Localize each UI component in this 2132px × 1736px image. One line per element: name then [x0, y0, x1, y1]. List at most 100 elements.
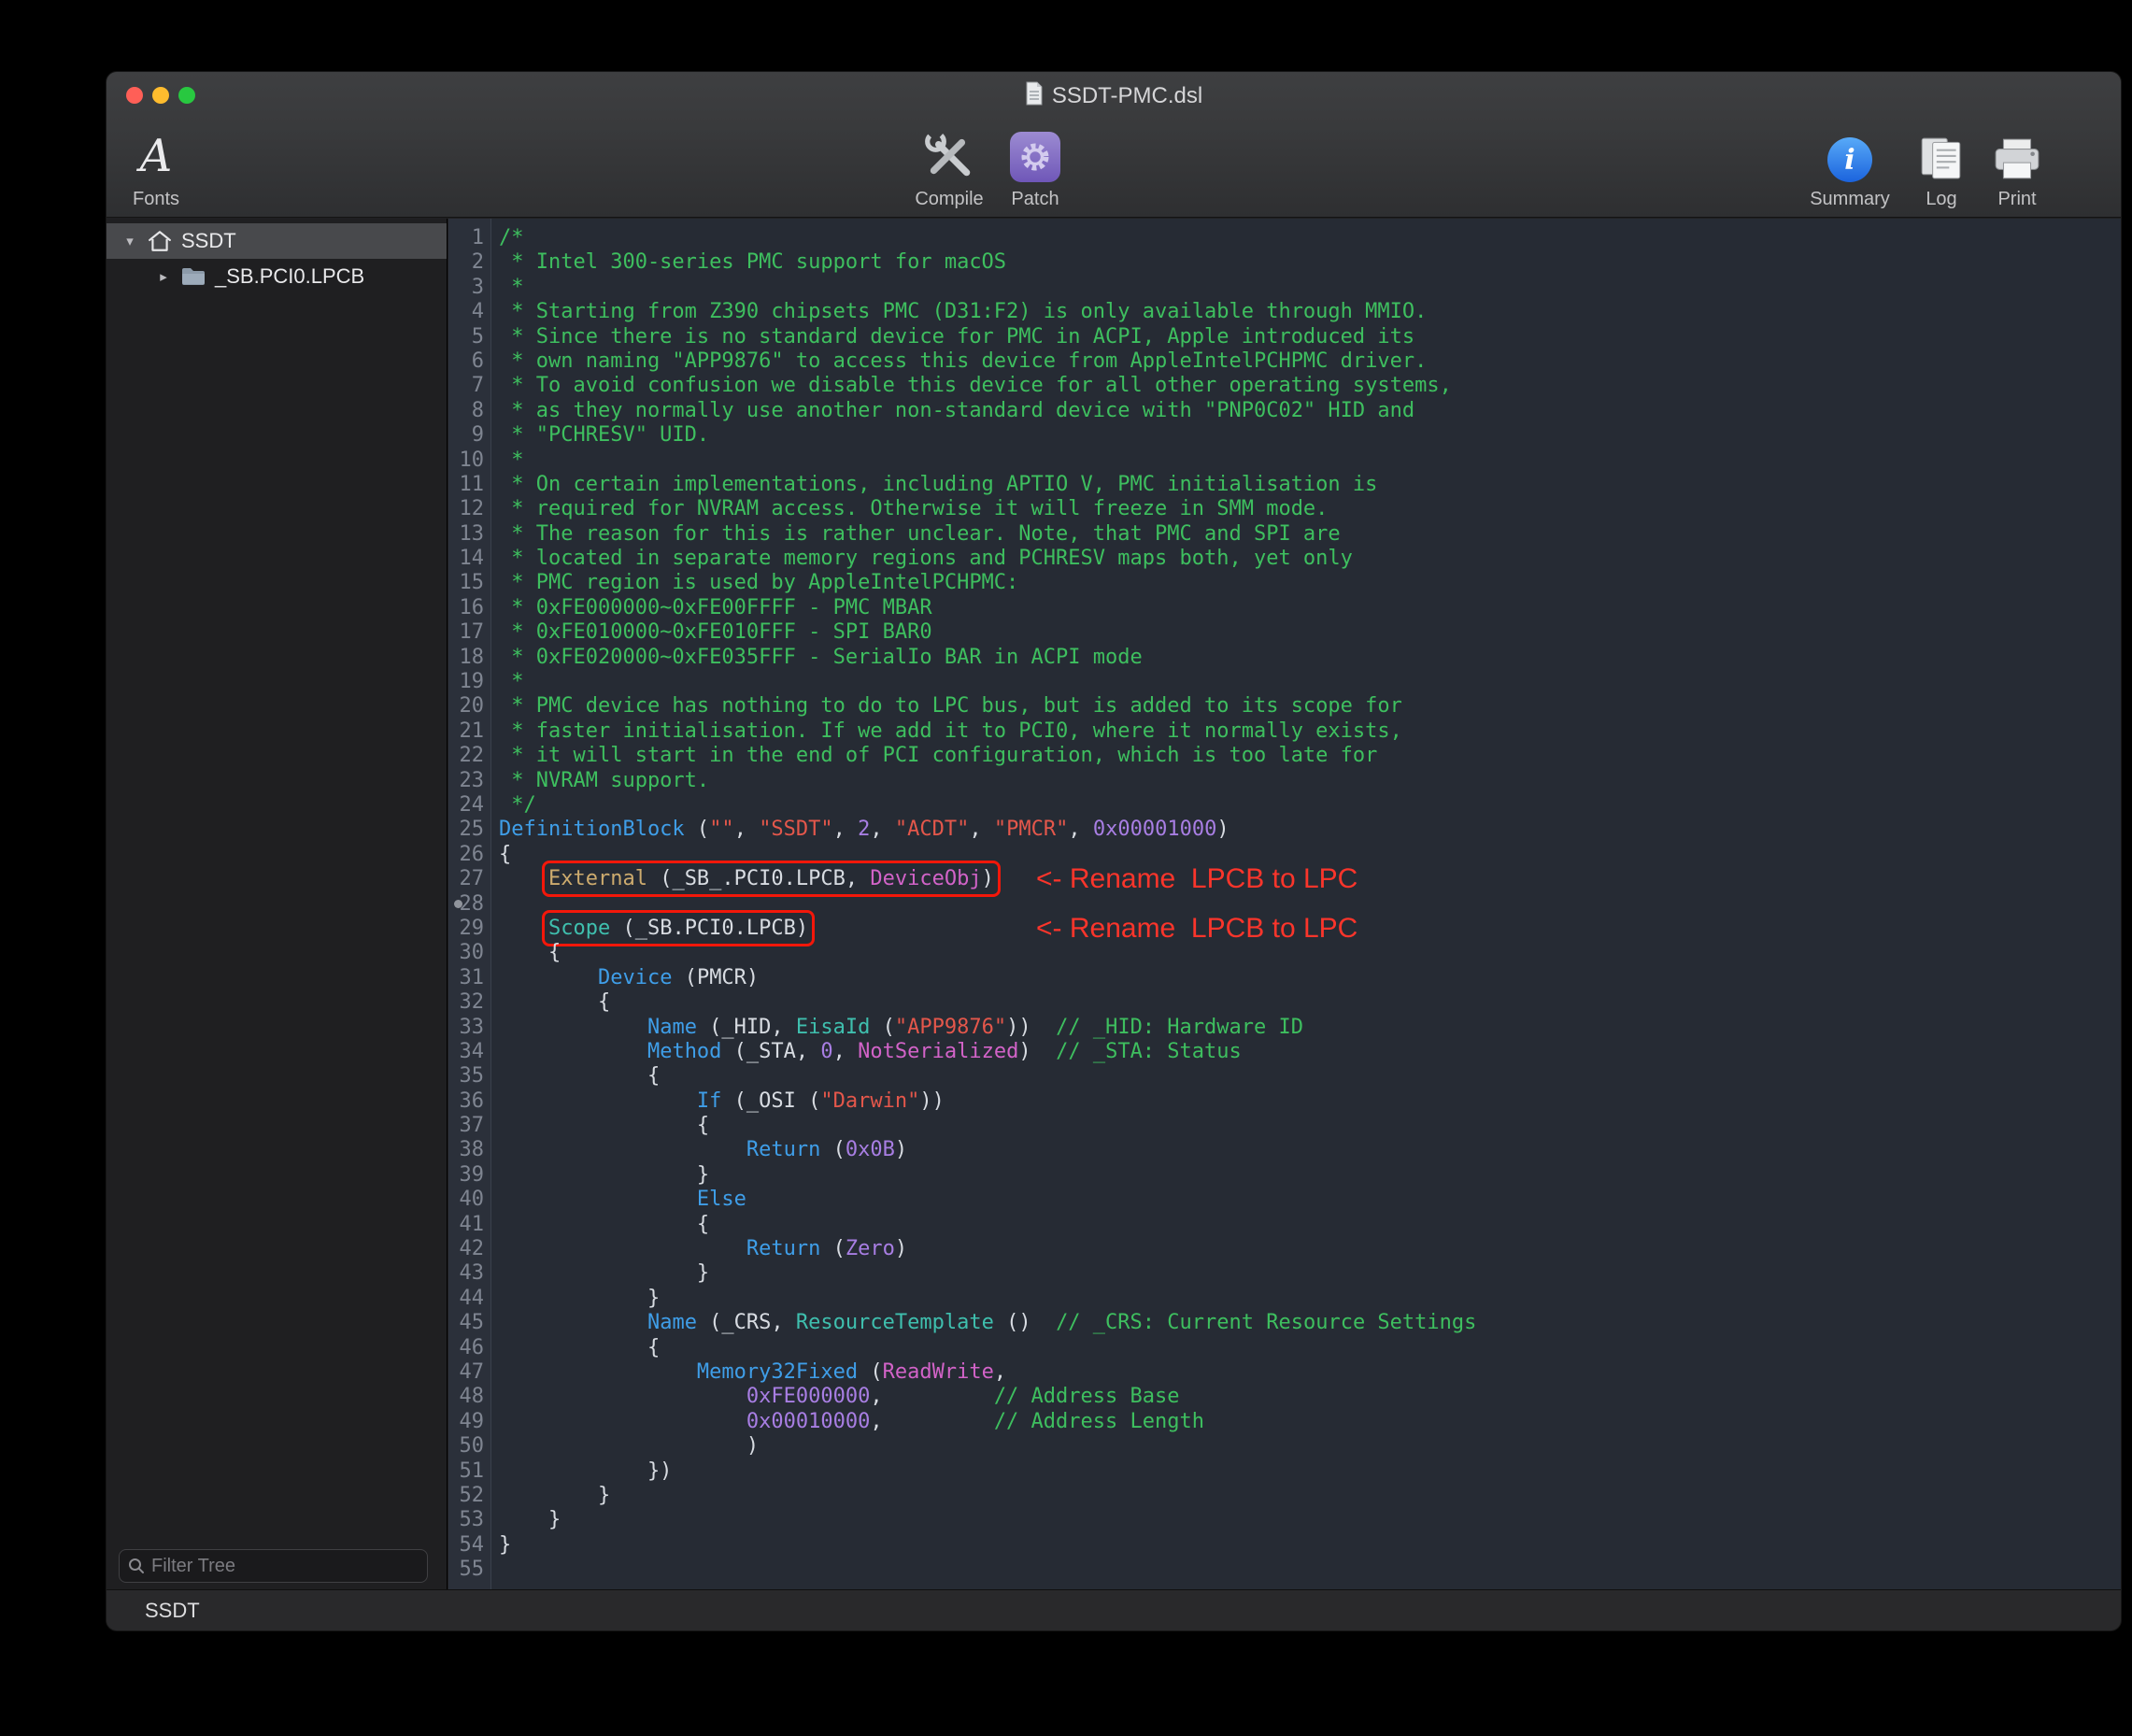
code-text: {: [499, 1213, 709, 1237]
home-icon: [146, 230, 174, 252]
code-line[interactable]: 10 *: [448, 448, 2121, 473]
summary-button[interactable]: i Summary: [1794, 124, 1906, 210]
code-line[interactable]: 5 * Since there is no standard device fo…: [448, 325, 2121, 349]
path-item-ssdt[interactable]: SSDT: [145, 1599, 200, 1623]
code-line[interactable]: 46 {: [448, 1336, 2121, 1360]
code-text: DefinitionBlock ("", "SSDT", 2, "ACDT", …: [499, 818, 1229, 842]
log-label: Log: [1926, 189, 1956, 210]
tree-item-label: _SB.PCI0.LPCB: [215, 264, 364, 289]
code-text: }: [499, 1287, 660, 1311]
code-line[interactable]: 50 ): [448, 1434, 2121, 1459]
code-line[interactable]: 40 Else: [448, 1188, 2121, 1212]
line-number: 45: [448, 1311, 484, 1335]
code-line[interactable]: 8 * as they normally use another non-sta…: [448, 399, 2121, 423]
sidebar-item-sb-pci0-lpcb[interactable]: ▸ _SB.PCI0.LPCB: [107, 259, 447, 294]
code-line[interactable]: 19 *: [448, 670, 2121, 694]
sidebar-item-ssdt[interactable]: ▾ SSDT: [107, 223, 447, 259]
line-number: 9: [448, 423, 484, 448]
code-line[interactable]: 1/*: [448, 226, 2121, 250]
code-line[interactable]: 17 * 0xFE010000~0xFE010FFF - SPI BAR0: [448, 620, 2121, 645]
code-text: * "PCHRESV" UID.: [499, 423, 709, 448]
print-button[interactable]: Print: [1979, 124, 2055, 210]
code-line[interactable]: 34 Method (_STA, 0, NotSerialized) // _S…: [448, 1040, 2121, 1064]
code-line[interactable]: 18 * 0xFE020000~0xFE035FFF - SerialIo BA…: [448, 646, 2121, 670]
filter-tree-input[interactable]: [151, 1556, 427, 1577]
desktop-background: SSDT-PMC.dsl A Fonts Compi: [0, 0, 2132, 1736]
compile-tools-icon: [922, 124, 976, 186]
fonts-button[interactable]: A Fonts: [114, 124, 198, 210]
path-bar: SSDT: [107, 1589, 2121, 1630]
code-line[interactable]: 3 *: [448, 276, 2121, 300]
code-line[interactable]: 4 * Starting from Z390 chipsets PMC (D31…: [448, 300, 2121, 324]
code-line[interactable]: 11 * On certain implementations, includi…: [448, 473, 2121, 497]
disclosure-right-icon[interactable]: ▸: [153, 268, 174, 285]
code-line[interactable]: 20 * PMC device has nothing to do to LPC…: [448, 694, 2121, 719]
code-line[interactable]: 41 {: [448, 1213, 2121, 1237]
code-line[interactable]: 45 Name (_CRS, ResourceTemplate () // _C…: [448, 1311, 2121, 1335]
code-text: *: [499, 670, 524, 694]
code-line[interactable]: 21 * faster initialisation. If we add it…: [448, 719, 2121, 744]
code-line[interactable]: 13 * The reason for this is rather uncle…: [448, 522, 2121, 547]
code-line[interactable]: 39 }: [448, 1163, 2121, 1188]
code-line[interactable]: 48 0xFE000000, // Address Base: [448, 1385, 2121, 1409]
log-button[interactable]: Log: [1906, 124, 1977, 210]
line-number: 54: [448, 1533, 484, 1558]
code-line[interactable]: 2 * Intel 300-series PMC support for mac…: [448, 250, 2121, 275]
code-line[interactable]: 54}: [448, 1533, 2121, 1558]
code-line[interactable]: 32 {: [448, 990, 2121, 1015]
filter-tree-field[interactable]: [119, 1549, 428, 1583]
code-line[interactable]: 31 Device (PMCR): [448, 966, 2121, 990]
patch-label: Patch: [1011, 189, 1059, 210]
code-line[interactable]: 37 {: [448, 1114, 2121, 1138]
code-line[interactable]: 25DefinitionBlock ("", "SSDT", 2, "ACDT"…: [448, 818, 2121, 842]
code-line[interactable]: 42 Return (Zero): [448, 1237, 2121, 1261]
code-line[interactable]: 16 * 0xFE000000~0xFE00FFFF - PMC MBAR: [448, 596, 2121, 620]
code-line[interactable]: 23 * NVRAM support.: [448, 769, 2121, 793]
code-line[interactable]: 15 * PMC region is used by AppleIntelPCH…: [448, 571, 2121, 595]
line-number: 22: [448, 744, 484, 768]
code-line[interactable]: 36 If (_OSI ("Darwin")): [448, 1089, 2121, 1114]
code-line[interactable]: 43 }: [448, 1261, 2121, 1286]
code-line[interactable]: 51 }): [448, 1459, 2121, 1484]
code-line[interactable]: 44 }: [448, 1287, 2121, 1311]
code-text: * located in separate memory regions and…: [499, 547, 1353, 571]
line-number: 51: [448, 1459, 484, 1484]
code-line[interactable]: 12 * required for NVRAM access. Otherwis…: [448, 497, 2121, 521]
code-line[interactable]: 49 0x00010000, // Address Length: [448, 1410, 2121, 1434]
code-line[interactable]: 6 * own naming "APP9876" to access this …: [448, 349, 2121, 374]
code-line[interactable]: 27 External (_SB_.PCI0.LPCB, DeviceObj)<…: [448, 867, 2121, 891]
line-number: 4: [448, 300, 484, 324]
patch-button[interactable]: Patch: [988, 124, 1082, 210]
title-bar[interactable]: SSDT-PMC.dsl: [107, 72, 2121, 119]
log-documents-icon: [1920, 124, 1963, 186]
code-line[interactable]: 30 {: [448, 941, 2121, 965]
code-line[interactable]: 29 Scope (_SB.PCI0.LPCB)<- Rename LPCB t…: [448, 917, 2121, 941]
code-text: * Since there is no standard device for …: [499, 325, 1414, 349]
code-line[interactable]: 9 * "PCHRESV" UID.: [448, 423, 2121, 448]
line-number: 24: [448, 793, 484, 818]
compile-button[interactable]: Compile: [903, 124, 996, 210]
code-line[interactable]: 38 Return (0x0B): [448, 1138, 2121, 1162]
gutter-marker-dot: [454, 900, 462, 908]
code-line[interactable]: 55: [448, 1558, 2121, 1582]
line-number: 55: [448, 1558, 484, 1582]
code-line[interactable]: 53 }: [448, 1508, 2121, 1532]
code-editor[interactable]: 1/*2 * Intel 300-series PMC support for …: [448, 219, 2121, 1589]
code-line[interactable]: 35 {: [448, 1064, 2121, 1089]
line-number: 42: [448, 1237, 484, 1261]
code-text: */: [499, 793, 536, 818]
code-line[interactable]: 52 }: [448, 1484, 2121, 1508]
code-line[interactable]: 14 * located in separate memory regions …: [448, 547, 2121, 571]
code-line[interactable]: 7 * To avoid confusion we disable this d…: [448, 374, 2121, 398]
disclosure-down-icon[interactable]: ▾: [120, 233, 140, 249]
code-area: 1/*2 * Intel 300-series PMC support for …: [448, 226, 2121, 1582]
code-line[interactable]: 24 */: [448, 793, 2121, 818]
line-number: 27: [448, 867, 484, 891]
line-number: 39: [448, 1163, 484, 1188]
code-line[interactable]: 47 Memory32Fixed (ReadWrite,: [448, 1360, 2121, 1385]
main-content: ▾ SSDT ▸: [107, 219, 2121, 1589]
code-line[interactable]: 22 * it will start in the end of PCI con…: [448, 744, 2121, 768]
code-line[interactable]: 33 Name (_HID, EisaId ("APP9876")) // _H…: [448, 1016, 2121, 1040]
rename-highlight-box: Scope (_SB.PCI0.LPCB): [548, 917, 808, 940]
code-text: * Starting from Z390 chipsets PMC (D31:F…: [499, 300, 1427, 324]
